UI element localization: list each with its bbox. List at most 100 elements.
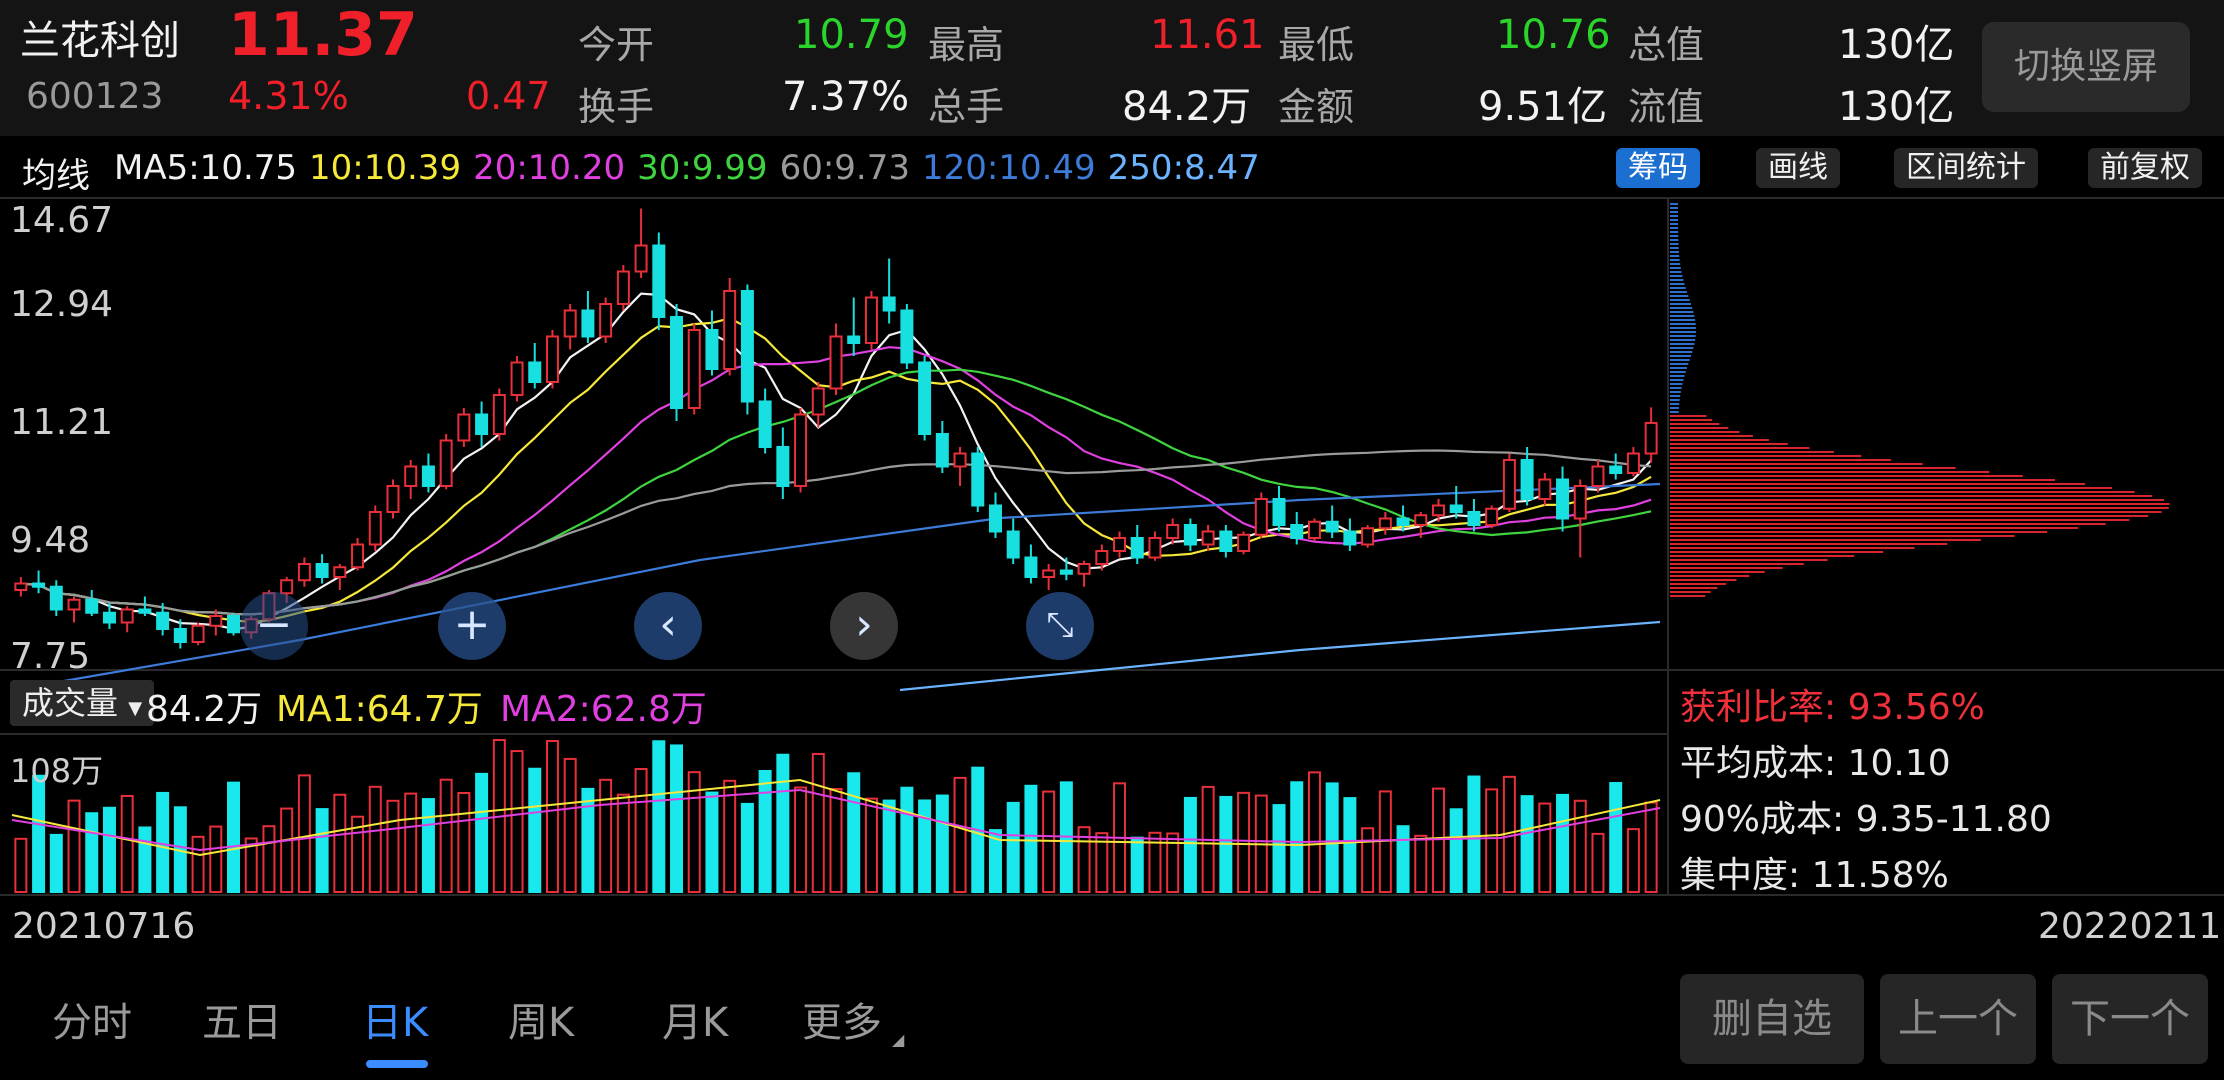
candle-body: [297, 563, 311, 582]
chevron-down-icon: ▼: [128, 698, 143, 719]
candle-body: [280, 579, 294, 595]
candle-body: [545, 335, 559, 383]
candle-body: [1502, 459, 1516, 510]
ma-line: [20, 368, 1652, 616]
tab-intraday[interactable]: 分时: [52, 990, 132, 1048]
candle-body: [49, 585, 63, 611]
volume-bar: [333, 793, 347, 894]
candle-body: [457, 413, 471, 442]
candle-body: [1361, 527, 1375, 546]
price-axis-label: 14.67: [10, 200, 114, 241]
candle-body: [1644, 421, 1658, 455]
volume-bar: [49, 833, 63, 894]
volume-bar: [120, 794, 134, 893]
volume-bar: [386, 799, 400, 894]
volume-bar: [758, 769, 772, 894]
candle-body: [882, 296, 896, 312]
candle-body: [581, 309, 595, 338]
candle-body: [102, 611, 116, 624]
volume-bar: [1343, 797, 1357, 894]
volume-bar: [1520, 795, 1534, 893]
ma-line: [899, 620, 1661, 692]
volume-bar: [1467, 775, 1481, 893]
volume-bar: [1538, 802, 1552, 893]
kline-chart[interactable]: [0, 0, 2224, 1080]
cost-90-range: 90%成本: 9.35-11.80: [1680, 799, 2052, 840]
candle-body: [616, 270, 630, 305]
candle-body: [1113, 537, 1127, 552]
price-axis-label: 9.48: [10, 520, 91, 561]
volume-bar: [811, 752, 825, 894]
volume-bar: [1626, 828, 1640, 894]
volume-bar: [1591, 832, 1605, 893]
indicator-select[interactable]: 成交量 ▼: [10, 680, 155, 726]
candle-body: [918, 361, 932, 435]
candle-body: [1272, 498, 1286, 526]
volume-bar: [191, 835, 205, 893]
candle-body: [900, 309, 914, 364]
volume-bar: [85, 812, 99, 894]
candle-body: [1006, 530, 1020, 559]
volume-bar: [368, 785, 382, 894]
concentration: 集中度: 11.58%: [1680, 855, 1949, 896]
candle-body: [1077, 563, 1091, 575]
volume-bar: [1449, 808, 1463, 894]
volume-bar: [209, 825, 223, 894]
candle-body: [1538, 478, 1552, 500]
volume-bar: [563, 757, 577, 893]
candle-body: [1591, 465, 1605, 487]
candle-body: [1130, 537, 1144, 559]
volume-bar: [1325, 782, 1339, 893]
candle-body: [368, 511, 382, 546]
volume-bar: [882, 799, 896, 893]
volume-bar: [900, 786, 914, 894]
volume-bar: [1644, 801, 1658, 894]
next-button[interactable]: 下一个: [2052, 974, 2208, 1064]
tab-monthly-k[interactable]: 月K: [662, 990, 728, 1048]
candle-body: [829, 335, 843, 390]
volume-bar: [864, 797, 878, 894]
tab-five-day[interactable]: 五日: [202, 990, 282, 1048]
remove-watchlist-button[interactable]: 删自选: [1680, 974, 1864, 1064]
ma-line: [20, 449, 1652, 616]
price-axis-label: 12.94: [10, 284, 114, 325]
candle-body: [1556, 478, 1570, 520]
candle-body: [1343, 530, 1357, 546]
previous-button[interactable]: 上一个: [1880, 974, 2036, 1064]
candle-body: [864, 296, 878, 344]
candle-body: [740, 290, 754, 403]
tab-daily-k[interactable]: 日K: [362, 990, 428, 1048]
volume-bar: [227, 781, 240, 894]
volume-bar: [67, 799, 81, 893]
chevron-right-icon[interactable]: ›: [830, 592, 898, 660]
minus-icon[interactable]: −: [240, 592, 308, 660]
volume-bar: [652, 740, 666, 893]
volume-bar: [439, 778, 453, 894]
shrink-icon[interactable]: ⤡: [1026, 592, 1094, 660]
volume-bar: [581, 787, 595, 894]
volume-bar: [1024, 784, 1038, 894]
candle-body: [156, 611, 170, 630]
candle-body: [563, 309, 577, 338]
volume-bar: [705, 791, 719, 893]
volume-bar: [315, 808, 329, 893]
volume-bar: [528, 767, 542, 893]
candle-body: [1219, 530, 1233, 552]
candle-body: [599, 303, 613, 338]
chevron-left-icon[interactable]: ‹: [634, 592, 702, 660]
volume-bar: [1307, 771, 1321, 893]
volume-bar: [1485, 788, 1499, 893]
plus-icon[interactable]: +: [438, 592, 506, 660]
volume-bar: [776, 753, 790, 893]
tab-weekly-k[interactable]: 周K: [508, 990, 574, 1048]
volume-bar: [1237, 791, 1251, 894]
tab-more[interactable]: 更多: [802, 990, 882, 1048]
volume-bar: [935, 794, 949, 894]
candle-body: [1325, 520, 1339, 533]
candle-body: [935, 433, 949, 468]
price-axis-label: 7.75: [10, 636, 91, 677]
candle-body: [120, 608, 134, 624]
volume-bars: [14, 739, 1658, 894]
volume-bar: [616, 793, 630, 893]
candle-body: [227, 615, 240, 634]
